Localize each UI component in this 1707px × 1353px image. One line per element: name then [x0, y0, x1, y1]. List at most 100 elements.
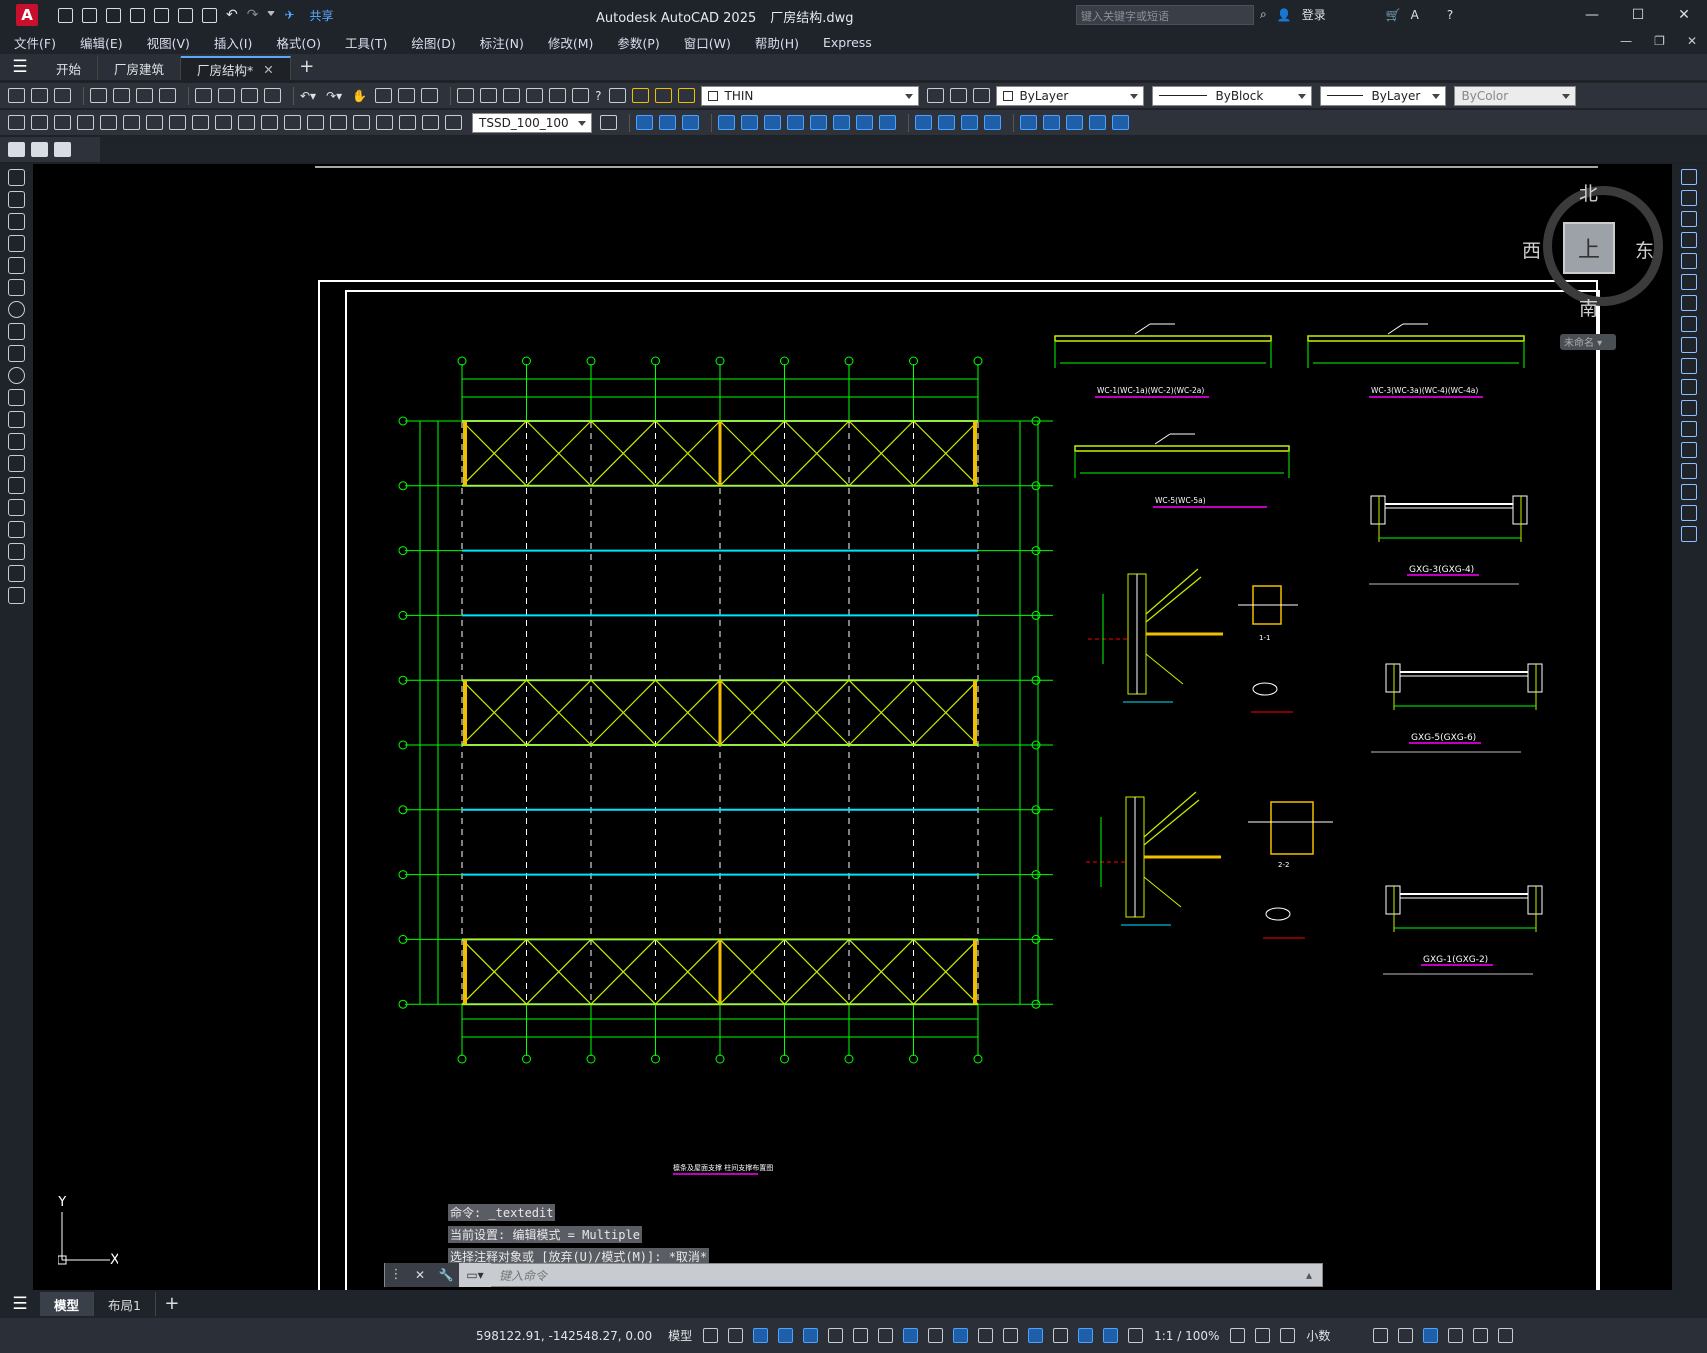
tssd-tool-17-icon[interactable]	[1043, 115, 1060, 130]
array-icon[interactable]	[1681, 253, 1697, 269]
polyline-icon[interactable]	[8, 213, 25, 230]
tssd-tool-6-icon[interactable]	[764, 115, 781, 130]
stretch-icon[interactable]	[1681, 337, 1697, 353]
menu-item[interactable]: 标注(N)	[480, 33, 524, 52]
graphics-performance-icon[interactable]	[1448, 1328, 1464, 1343]
a360-icon[interactable]: A	[1411, 8, 1419, 22]
color-dropdown[interactable]: ByLayer	[996, 85, 1145, 106]
dynamic-ucs-icon[interactable]	[1028, 1328, 1044, 1343]
pan-icon[interactable]: ✋	[352, 89, 367, 103]
command-input[interactable]: 键入命令	[491, 1267, 1306, 1284]
viewcube-east[interactable]: 东	[1635, 236, 1654, 263]
open-web-icon[interactable]	[154, 7, 169, 23]
plot-preview-icon[interactable]	[113, 88, 130, 103]
command-close-icon[interactable]: ✕	[407, 1263, 433, 1287]
linear-dim-icon[interactable]	[8, 115, 25, 130]
explode-icon[interactable]	[1681, 526, 1697, 542]
circle-icon[interactable]	[8, 301, 25, 318]
minimize-icon[interactable]: —	[1569, 0, 1615, 30]
revcloud-icon[interactable]	[8, 323, 25, 340]
polygon-icon[interactable]	[8, 235, 25, 252]
construction-line-icon[interactable]	[8, 191, 25, 208]
customize-statusbar-icon[interactable]	[1498, 1328, 1514, 1343]
undo-icon[interactable]: ↶▾	[300, 89, 316, 103]
polar-icon[interactable]	[828, 1328, 844, 1343]
hatch-icon[interactable]	[8, 477, 25, 494]
plot-icon[interactable]	[202, 7, 217, 23]
jogged-dim-icon[interactable]	[123, 115, 140, 130]
auto-scale-icon[interactable]	[1128, 1328, 1144, 1343]
cut-icon[interactable]	[195, 88, 212, 103]
calculator-icon[interactable]	[572, 88, 590, 103]
isolate-objects-icon[interactable]	[1423, 1328, 1439, 1343]
save-web-icon[interactable]	[178, 7, 193, 23]
tssd-tool-7-icon[interactable]	[787, 115, 804, 130]
gradient-icon[interactable]	[8, 499, 25, 516]
scale-icon[interactable]	[1681, 316, 1697, 332]
redo-icon[interactable]: ↷	[247, 7, 259, 23]
maximize-icon[interactable]: ☐	[1615, 0, 1661, 30]
tool-palettes-icon[interactable]	[503, 88, 521, 103]
dim-style-dropdown[interactable]: TSSD_100_100	[472, 112, 592, 133]
recent-commands-icon[interactable]: ▭▾	[459, 1263, 491, 1287]
customize-qat-icon[interactable]	[267, 11, 276, 19]
tssd-tool-18-icon[interactable]	[1066, 115, 1083, 130]
viewcube-north[interactable]: 北	[1579, 179, 1598, 206]
markup-icon[interactable]	[549, 88, 567, 103]
paste-icon[interactable]	[241, 88, 258, 103]
help-icon[interactable]: ?	[1447, 8, 1453, 22]
help-icon[interactable]: ?	[595, 89, 601, 103]
center-mark-icon[interactable]	[330, 115, 347, 130]
object-snap-tracking-icon[interactable]	[878, 1328, 894, 1343]
menu-item[interactable]: 参数(P)	[617, 33, 659, 52]
object-snap-icon[interactable]	[903, 1328, 919, 1343]
menu-item[interactable]: Express	[823, 35, 872, 50]
menu-item[interactable]: 格式(O)	[276, 33, 321, 52]
tssd-tool-16-icon[interactable]	[1020, 115, 1037, 130]
tssd-tool-20-icon[interactable]	[1112, 115, 1129, 130]
viewcube-top-face[interactable]: 上	[1563, 222, 1615, 274]
selection-cycling-icon[interactable]	[978, 1328, 994, 1343]
ordinate-dim-icon[interactable]	[77, 115, 94, 130]
model-space-button[interactable]: 模型	[668, 1327, 692, 1344]
units-dropdown[interactable]: 小数	[1306, 1327, 1362, 1344]
close-icon[interactable]: ✕	[1661, 0, 1707, 30]
mtext-icon[interactable]	[8, 565, 25, 582]
dim-style-icon[interactable]	[600, 115, 617, 130]
dim-edit-icon[interactable]	[399, 115, 416, 130]
jogged-linear-icon[interactable]	[376, 115, 393, 130]
tssd-tool-9-icon[interactable]	[833, 115, 850, 130]
menu-item[interactable]: 编辑(E)	[80, 33, 123, 52]
move-icon[interactable]	[1681, 274, 1697, 290]
menu-item[interactable]: 工具(T)	[345, 33, 387, 52]
lineweight-icon[interactable]	[928, 1328, 944, 1343]
gizmo-icon[interactable]	[1078, 1328, 1094, 1343]
menu-item[interactable]: 插入(I)	[214, 33, 252, 52]
viewcube-south[interactable]: 南	[1579, 294, 1598, 321]
command-expand-icon[interactable]: ▴	[1306, 1268, 1322, 1282]
transparency-icon[interactable]	[953, 1328, 969, 1343]
make-block-icon[interactable]	[8, 433, 25, 450]
autocad-logo-icon[interactable]: A	[16, 4, 38, 26]
save-icon[interactable]	[54, 88, 71, 103]
erase-icon[interactable]	[1681, 169, 1697, 185]
layer-states-icon[interactable]	[973, 88, 991, 103]
properties-icon[interactable]	[457, 88, 475, 103]
annotation-visibility-icon[interactable]	[1103, 1328, 1119, 1343]
search-icon[interactable]: ⌕	[1260, 7, 1267, 22]
viewcube-west[interactable]: 西	[1522, 236, 1541, 263]
ellipse-icon[interactable]	[8, 367, 25, 384]
tab-factory-arch[interactable]: 厂房建筑	[98, 56, 182, 80]
menu-item[interactable]: 视图(V)	[147, 33, 190, 52]
save-icon[interactable]	[106, 7, 121, 23]
infer-constraints-icon[interactable]	[753, 1328, 769, 1343]
add-selected-icon[interactable]	[8, 587, 25, 604]
grid-icon[interactable]	[703, 1328, 719, 1343]
open-icon[interactable]	[31, 88, 48, 103]
dim-update-icon[interactable]	[445, 115, 462, 130]
trim-icon[interactable]	[1681, 358, 1697, 374]
tolerance-icon[interactable]	[307, 115, 324, 130]
extra-tool-2-icon[interactable]	[31, 142, 48, 157]
layer-dropdown[interactable]: THIN	[701, 85, 920, 106]
tssd-tool-12-icon[interactable]	[915, 115, 932, 130]
